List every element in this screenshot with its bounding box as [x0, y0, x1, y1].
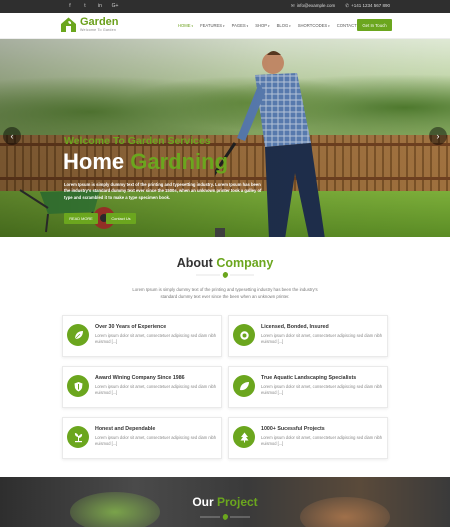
- logo[interactable]: Garden Welcome To Garden: [60, 16, 119, 33]
- project-heading-green: Project: [216, 495, 258, 509]
- top-bar: f t in G+ ✉ info@example.com ✆ +141 1234 5…: [0, 0, 450, 13]
- get-in-touch-button[interactable]: Get In Touch: [357, 19, 392, 31]
- hero-slider: Welcome To Garden Services Home Gardning…: [0, 39, 450, 237]
- leaf-divider-icon: [200, 514, 250, 520]
- leaf-icon: [67, 324, 89, 346]
- hero-title-green: Gardning: [130, 149, 229, 174]
- seal-icon: [233, 324, 255, 346]
- hero-description: Lorem Ipsum is simply dummy text of the …: [64, 182, 262, 200]
- about-heading-green: Company: [216, 256, 274, 270]
- feature-card: True Aquatic Landscaping Specialists Lor…: [228, 366, 388, 408]
- feature-card: Over 30 Years of Experience Lorem ipsum …: [62, 315, 222, 357]
- feature-card-text: Lorem ipsum dolor sit amet, consectetuer…: [261, 384, 383, 395]
- house-leaf-icon: [61, 17, 76, 32]
- feature-card-title: 1000+ Sucessful Projects: [261, 426, 325, 432]
- social-links: f t in G+: [66, 3, 119, 9]
- logo-tagline: Welcome To Garden: [80, 28, 117, 32]
- feature-card-title: Honest and Dependable: [95, 426, 156, 432]
- nav-features[interactable]: FEATURES: [200, 23, 225, 28]
- phone-text: +141 1234 567 890: [351, 3, 390, 8]
- feature-card-title: Licensed, Bonded, Insured: [261, 324, 329, 330]
- nav-shop[interactable]: SHOP: [255, 23, 269, 28]
- plant-icon: [67, 426, 89, 448]
- site-header: Garden Welcome To Garden HOME FEATURES P…: [0, 13, 450, 39]
- feature-card-text: Lorem ipsum dolor sit amet, consectetuer…: [95, 384, 217, 395]
- feature-card-title: True Aquatic Landscaping Specialists: [261, 375, 357, 381]
- about-intro: Lorem Ipsum is simply dummy text of the …: [132, 287, 318, 299]
- feature-card-text: Lorem ipsum dolor sit amet, consectetuer…: [261, 435, 383, 446]
- feature-card-title: Award Wining Company Since 1986: [95, 375, 185, 381]
- main-nav: HOME FEATURES PAGES SHOP BLOG SHORTCODES…: [178, 23, 366, 28]
- slider-prev-arrow-icon[interactable]: ‹: [3, 127, 21, 145]
- email-contact[interactable]: ✉ info@example.com: [291, 3, 335, 9]
- shield-icon: [67, 375, 89, 397]
- feature-card: 1000+ Sucessful Projects Lorem ipsum dol…: [228, 417, 388, 459]
- hero-kicker: Welcome To Garden Services: [64, 135, 211, 147]
- project-section: Our Project: [0, 477, 450, 527]
- project-heading-white: Our: [192, 495, 217, 509]
- nav-home[interactable]: HOME: [178, 23, 193, 28]
- envelope-icon: ✉: [290, 3, 295, 8]
- slider-next-arrow-icon[interactable]: ›: [429, 127, 447, 145]
- google-plus-icon[interactable]: G+: [111, 3, 119, 9]
- feature-card-text: Lorem ipsum dolor sit amet, consectetuer…: [261, 333, 383, 344]
- leaf-divider-icon: [196, 272, 254, 278]
- contact-us-button[interactable]: Contact Us: [106, 213, 136, 224]
- hero-title: Home Gardning: [63, 149, 228, 175]
- hero-title-white: Home: [63, 149, 131, 174]
- read-more-button[interactable]: READ MORE: [64, 213, 98, 224]
- feature-card: Honest and Dependable Lorem ipsum dolor …: [62, 417, 222, 459]
- contact-info: ✉ info@example.com ✆ +141 1234 567 890: [291, 3, 390, 9]
- feature-card-title: Over 30 Years of Experience: [95, 324, 167, 330]
- twitter-icon[interactable]: t: [81, 3, 89, 9]
- feature-card-text: Lorem ipsum dolor sit amet, consectetuer…: [95, 435, 217, 446]
- tree-icon: [233, 426, 255, 448]
- phone-icon: ✆: [345, 3, 350, 8]
- feature-card: Award Wining Company Since 1986 Lorem ip…: [62, 366, 222, 408]
- nav-pages[interactable]: PAGES: [232, 23, 249, 28]
- facebook-icon[interactable]: f: [66, 3, 74, 9]
- leaf-icon: [233, 375, 255, 397]
- about-heading: About Company: [0, 256, 450, 270]
- linkedin-icon[interactable]: in: [96, 3, 104, 9]
- logo-title: Garden: [80, 16, 119, 28]
- about-heading-dark: About: [176, 256, 217, 270]
- feature-card-text: Lorem ipsum dolor sit amet, consectetuer…: [95, 333, 217, 344]
- feature-card: Licensed, Bonded, Insured Lorem ipsum do…: [228, 315, 388, 357]
- nav-shortcodes[interactable]: SHORTCODES: [298, 23, 330, 28]
- email-text: info@example.com: [296, 3, 336, 8]
- nav-blog[interactable]: BLOG: [277, 23, 291, 28]
- phone-contact[interactable]: ✆ +141 1234 567 890: [345, 3, 390, 9]
- project-heading: Our Project: [0, 495, 450, 509]
